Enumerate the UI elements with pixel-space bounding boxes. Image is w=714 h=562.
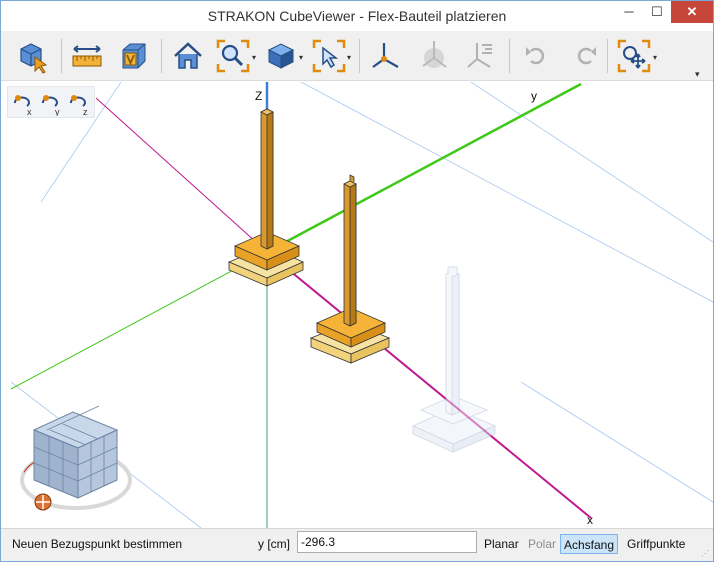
- toolbar-overflow-button[interactable]: ▾: [695, 69, 700, 80]
- maximize-button[interactable]: ☐: [643, 1, 671, 23]
- measure-button[interactable]: [68, 37, 106, 75]
- rotate-z-button[interactable]: z: [66, 90, 92, 117]
- rotate-y-icon: y: [42, 95, 60, 117]
- select-part-icon: [20, 43, 48, 74]
- rotate-x-icon: x: [14, 95, 32, 117]
- y-axis-positive: [266, 82, 582, 254]
- snap-move-button[interactable]: [615, 37, 653, 75]
- home-icon: [174, 42, 202, 69]
- coordinate-label: y [cm]: [258, 537, 290, 551]
- zoom-dropdown-arrow[interactable]: ▾: [252, 53, 256, 62]
- measure-icon: [72, 45, 102, 67]
- 3d-viewport[interactable]: Z y x x y z: [1, 82, 713, 528]
- app-window: STRAKON CubeViewer - Flex-Bauteil platzi…: [0, 0, 714, 562]
- title-bar: STRAKON CubeViewer - Flex-Bauteil platzi…: [1, 1, 713, 31]
- window-title: STRAKON CubeViewer - Flex-Bauteil platzi…: [207, 8, 507, 24]
- coordinate-system-button[interactable]: [367, 37, 405, 75]
- snap-move-icon: [617, 39, 651, 73]
- orbit-button[interactable]: [415, 37, 453, 75]
- coordinate-system-icon: [372, 43, 399, 68]
- mode-polar-toggle[interactable]: Polar: [525, 534, 559, 554]
- y-axis-label: y: [531, 89, 537, 103]
- view-cube-button[interactable]: [114, 37, 152, 75]
- redo-button[interactable]: [566, 37, 604, 75]
- shading-button[interactable]: [262, 37, 300, 75]
- toolbar-separator: [509, 39, 510, 73]
- toolbar-separator: [607, 39, 608, 73]
- mode-achsfang-toggle[interactable]: Achsfang: [560, 534, 619, 554]
- snap-dropdown-arrow[interactable]: ▾: [653, 53, 657, 62]
- rotate-z-icon: z: [70, 95, 88, 117]
- x-axis-negative: [95, 97, 268, 253]
- svg-text:x: x: [27, 107, 32, 116]
- status-message: Neuen Bezugspunkt bestimmen: [12, 537, 183, 551]
- scene-canvas[interactable]: Z y x: [1, 82, 713, 528]
- view-cube-icon: [122, 43, 146, 69]
- column-part-2[interactable]: [309, 174, 391, 364]
- mode-planar-toggle[interactable]: Planar: [481, 534, 522, 554]
- x-axis-positive: [266, 251, 592, 519]
- home-view-button[interactable]: [169, 37, 207, 75]
- minimize-button[interactable]: ─: [615, 1, 643, 23]
- undo-button[interactable]: [518, 37, 556, 75]
- selection-icon: [312, 39, 346, 73]
- rotate-y-button[interactable]: y: [38, 90, 64, 117]
- shading-dropdown-arrow[interactable]: ▾: [299, 53, 303, 62]
- selection-dropdown-arrow[interactable]: ▾: [347, 53, 351, 62]
- selection-button[interactable]: [310, 37, 348, 75]
- undo-icon: [526, 47, 545, 65]
- redo-icon: [577, 47, 596, 65]
- toolbar-separator: [359, 39, 360, 73]
- axis-rotation-toolbar: x y z: [7, 86, 95, 118]
- zoom-icon: [216, 39, 250, 73]
- align-icon: [467, 43, 492, 68]
- shading-icon: [267, 43, 295, 69]
- status-bar: Neuen Bezugspunkt bestimmen y [cm] Plana…: [1, 528, 713, 561]
- mode-griffpunkte-toggle[interactable]: Griffpunkte: [624, 534, 688, 554]
- svg-text:z: z: [83, 107, 88, 116]
- zoom-button[interactable]: [214, 37, 252, 75]
- close-button[interactable]: ✕: [671, 1, 713, 23]
- align-button[interactable]: [463, 37, 501, 75]
- main-toolbar: ▾ ▾ ▾ ▾ ▾: [1, 31, 713, 81]
- ghost-preview-part: [412, 266, 497, 453]
- coordinate-input[interactable]: [297, 531, 477, 553]
- toolbar-separator: [61, 39, 62, 73]
- svg-text:y: y: [55, 107, 60, 116]
- toolbar-separator: [161, 39, 162, 73]
- select-part-button[interactable]: [13, 37, 51, 75]
- rotate-x-button[interactable]: x: [10, 90, 36, 117]
- orbit-icon: [422, 41, 447, 68]
- column-part-1[interactable]: [227, 108, 304, 287]
- resize-grip-icon[interactable]: ⋰: [701, 549, 709, 558]
- navigation-cube[interactable]: [20, 405, 132, 511]
- z-axis-label: Z: [255, 89, 262, 103]
- x-axis-label: x: [587, 513, 593, 527]
